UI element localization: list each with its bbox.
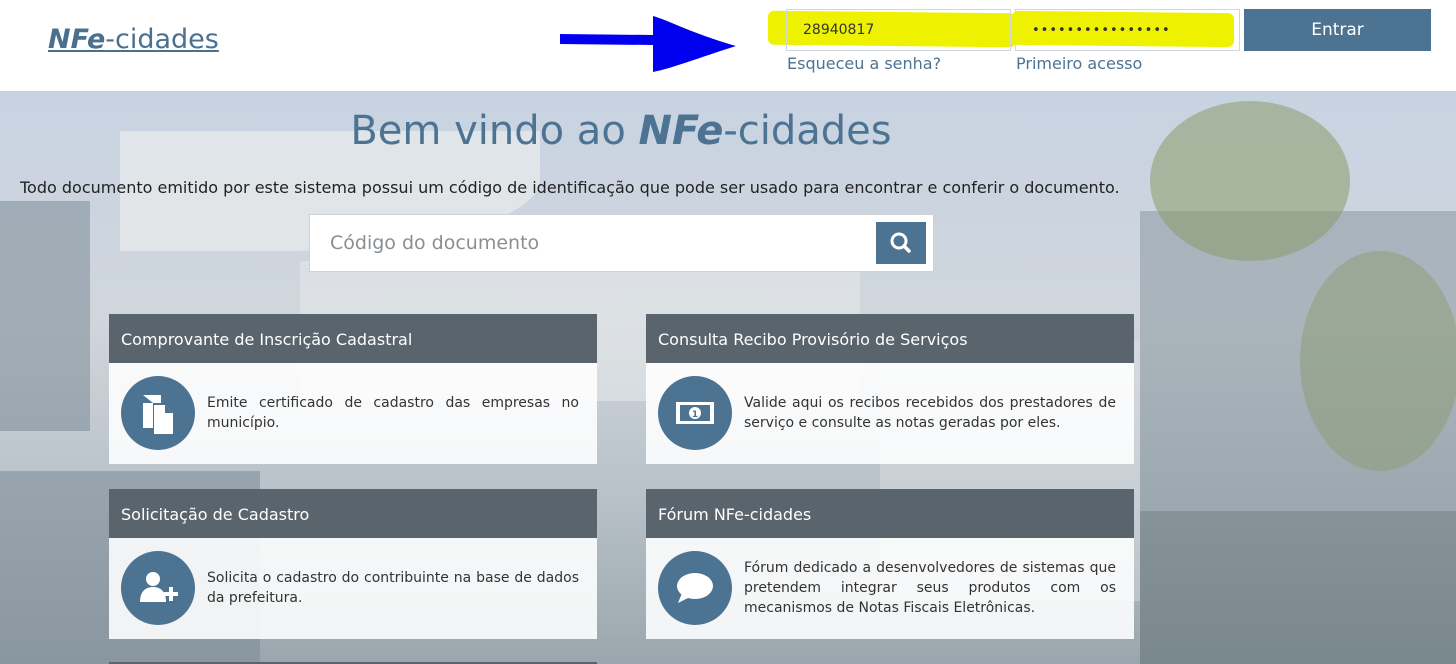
- card-description: Fórum dedicado a desenvolvedores de sist…: [744, 560, 1116, 616]
- document-search-box: [309, 214, 934, 272]
- blue-arrow-annotation: [560, 16, 736, 72]
- card-title: Comprovante de Inscrição Cadastral: [109, 314, 597, 363]
- top-header: NFe-cidades Entrar Esqueceu a senha? Pri…: [0, 0, 1456, 91]
- speech-bubble-icon: [658, 551, 732, 625]
- intro-text: Todo documento emitido por este sistema …: [20, 178, 1120, 197]
- forgot-password-link[interactable]: Esqueceu a senha?: [787, 54, 941, 73]
- card-description: Solicita o cadastro do contribuinte na b…: [207, 570, 579, 606]
- svg-text:1: 1: [692, 410, 698, 420]
- username-input[interactable]: [786, 9, 1011, 51]
- document-copy-icon: [121, 376, 195, 450]
- card-body: Emite certificado de cadastro das empres…: [109, 363, 597, 464]
- card-title: Consulta Recibo Provisório de Serviços: [646, 314, 1134, 363]
- money-bill-icon: 1: [658, 376, 732, 450]
- card-forum[interactable]: Fórum NFe-cidades Fórum dedicado a desen…: [646, 489, 1134, 639]
- search-button[interactable]: [876, 222, 926, 264]
- add-user-icon: [121, 551, 195, 625]
- card-description: Emite certificado de cadastro das empres…: [207, 395, 579, 431]
- card-title: Fórum NFe-cidades: [646, 489, 1134, 538]
- document-code-input[interactable]: [322, 225, 862, 261]
- search-icon: [890, 232, 911, 253]
- login-button[interactable]: Entrar: [1244, 9, 1431, 51]
- password-input[interactable]: [1015, 9, 1240, 51]
- card-body: Solicita o cadastro do contribuinte na b…: [109, 538, 597, 639]
- card-body: 1 Valide aqui os recibos recebidos dos p…: [646, 363, 1134, 464]
- first-access-link[interactable]: Primeiro acesso: [1016, 54, 1142, 73]
- card-title: Solicitação de Cadastro: [109, 489, 597, 538]
- card-rps-consult[interactable]: Consulta Recibo Provisório de Serviços 1…: [646, 314, 1134, 464]
- card-inscription-certificate[interactable]: Comprovante de Inscrição Cadastral Emite…: [109, 314, 597, 464]
- welcome-heading: Bem vindo ao NFe-cidades: [350, 108, 892, 154]
- site-logo-link[interactable]: NFe-cidades: [48, 24, 219, 55]
- card-registration-request[interactable]: Solicitação de Cadastro Solicita o cadas…: [109, 489, 597, 639]
- card-description: Valide aqui os recibos recebidos dos pre…: [744, 395, 1116, 431]
- card-body: Fórum dedicado a desenvolvedores de sist…: [646, 538, 1134, 639]
